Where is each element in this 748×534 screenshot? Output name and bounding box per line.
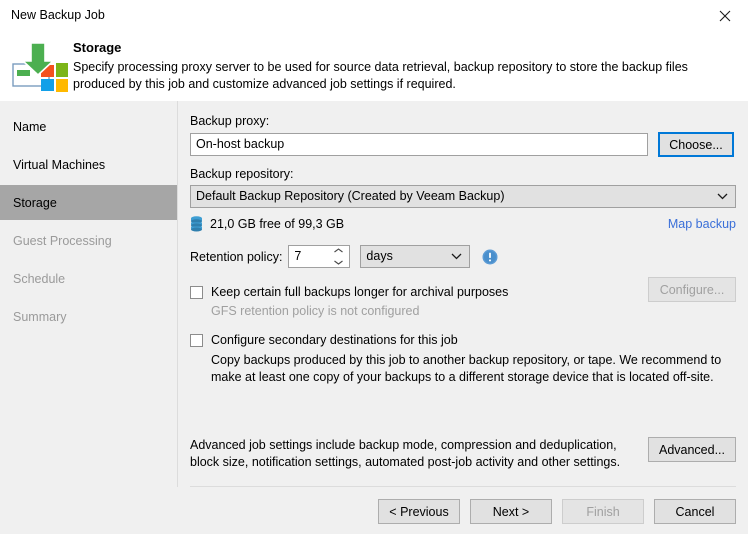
retention-unit-select[interactable]: days [360,245,471,268]
sidebar-item-summary[interactable]: Summary [0,299,177,334]
backup-repository-select[interactable]: Default Backup Repository (Created by Ve… [190,185,736,208]
configure-button[interactable]: Configure... [648,277,736,302]
secondary-destinations-row: Configure secondary destinations for thi… [190,332,736,349]
backup-proxy-input[interactable]: On-host backup [190,133,648,156]
backup-proxy-label: Backup proxy: [190,114,270,128]
page-title: Storage [73,40,122,55]
free-space-text: 21,0 GB free of 99,3 GB [210,217,345,231]
chevron-down-icon [717,186,728,207]
retention-unit-value: days [366,249,393,263]
sidebar-item-schedule[interactable]: Schedule [0,261,177,296]
next-button[interactable]: Next > [470,499,552,524]
secondary-destinations-label[interactable]: Configure secondary destinations for thi… [211,332,458,349]
gfs-archival-label[interactable]: Keep certain full backups longer for arc… [211,284,508,301]
disk-stack-icon [190,216,203,232]
cancel-button[interactable]: Cancel [654,499,736,524]
wizard-footer: < Previous Next > Finish Cancel [0,487,748,534]
previous-button[interactable]: < Previous [378,499,460,524]
gfs-status-note: GFS retention policy is not configured [211,304,420,318]
choose-button[interactable]: Choose... [658,132,734,157]
retention-policy-row: Retention policy: 7 days [190,244,736,269]
title-bar: New Backup Job [0,0,748,32]
secondary-destinations-description: Copy backups produced by this job to ano… [211,353,722,384]
close-icon-glyph [719,10,731,21]
chevron-down-icon [451,246,462,267]
spinner-arrows-icon[interactable] [333,248,344,265]
retention-quantity-value: 7 [294,249,302,263]
advanced-settings-description: Advanced job settings include backup mod… [190,438,621,469]
wizard-body: Name Virtual Machines Storage Guest Proc… [0,101,748,487]
wizard-step-sidebar: Name Virtual Machines Storage Guest Proc… [0,101,178,487]
storage-settings-panel: Backup proxy: On-host backup Choose... B… [178,101,748,487]
free-space-row: 21,0 GB free of 99,3 GB Map backup [190,215,736,233]
storage-backup-windows-icon [12,41,69,93]
retention-quantity-stepper[interactable]: 7 [288,245,351,268]
page-description: Specify processing proxy server to be us… [73,60,688,91]
advanced-button[interactable]: Advanced... [648,437,736,462]
sidebar-item-guest-processing[interactable]: Guest Processing [0,223,177,258]
gfs-archival-checkbox[interactable] [190,286,203,299]
wizard-header: Storage Specify processing proxy server … [0,32,748,102]
chevron-down-icon [334,260,344,265]
sidebar-item-storage[interactable]: Storage [0,185,177,220]
advanced-settings-block: Advanced job settings include backup mod… [190,437,736,471]
finish-button[interactable]: Finish [562,499,644,524]
map-backup-link[interactable]: Map backup [668,217,736,231]
backup-repository-label: Backup repository: [190,167,294,181]
sidebar-item-name[interactable]: Name [0,109,177,144]
retention-policy-label: Retention policy: [190,249,283,264]
info-exclamation-icon[interactable] [482,249,498,265]
chevron-up-icon [334,248,344,253]
sidebar-item-virtual-machines[interactable]: Virtual Machines [0,147,177,182]
secondary-destinations-checkbox[interactable] [190,334,203,347]
backup-repository-value: Default Backup Repository (Created by Ve… [196,189,505,203]
close-icon[interactable] [702,0,748,31]
window-title: New Backup Job [11,8,105,22]
